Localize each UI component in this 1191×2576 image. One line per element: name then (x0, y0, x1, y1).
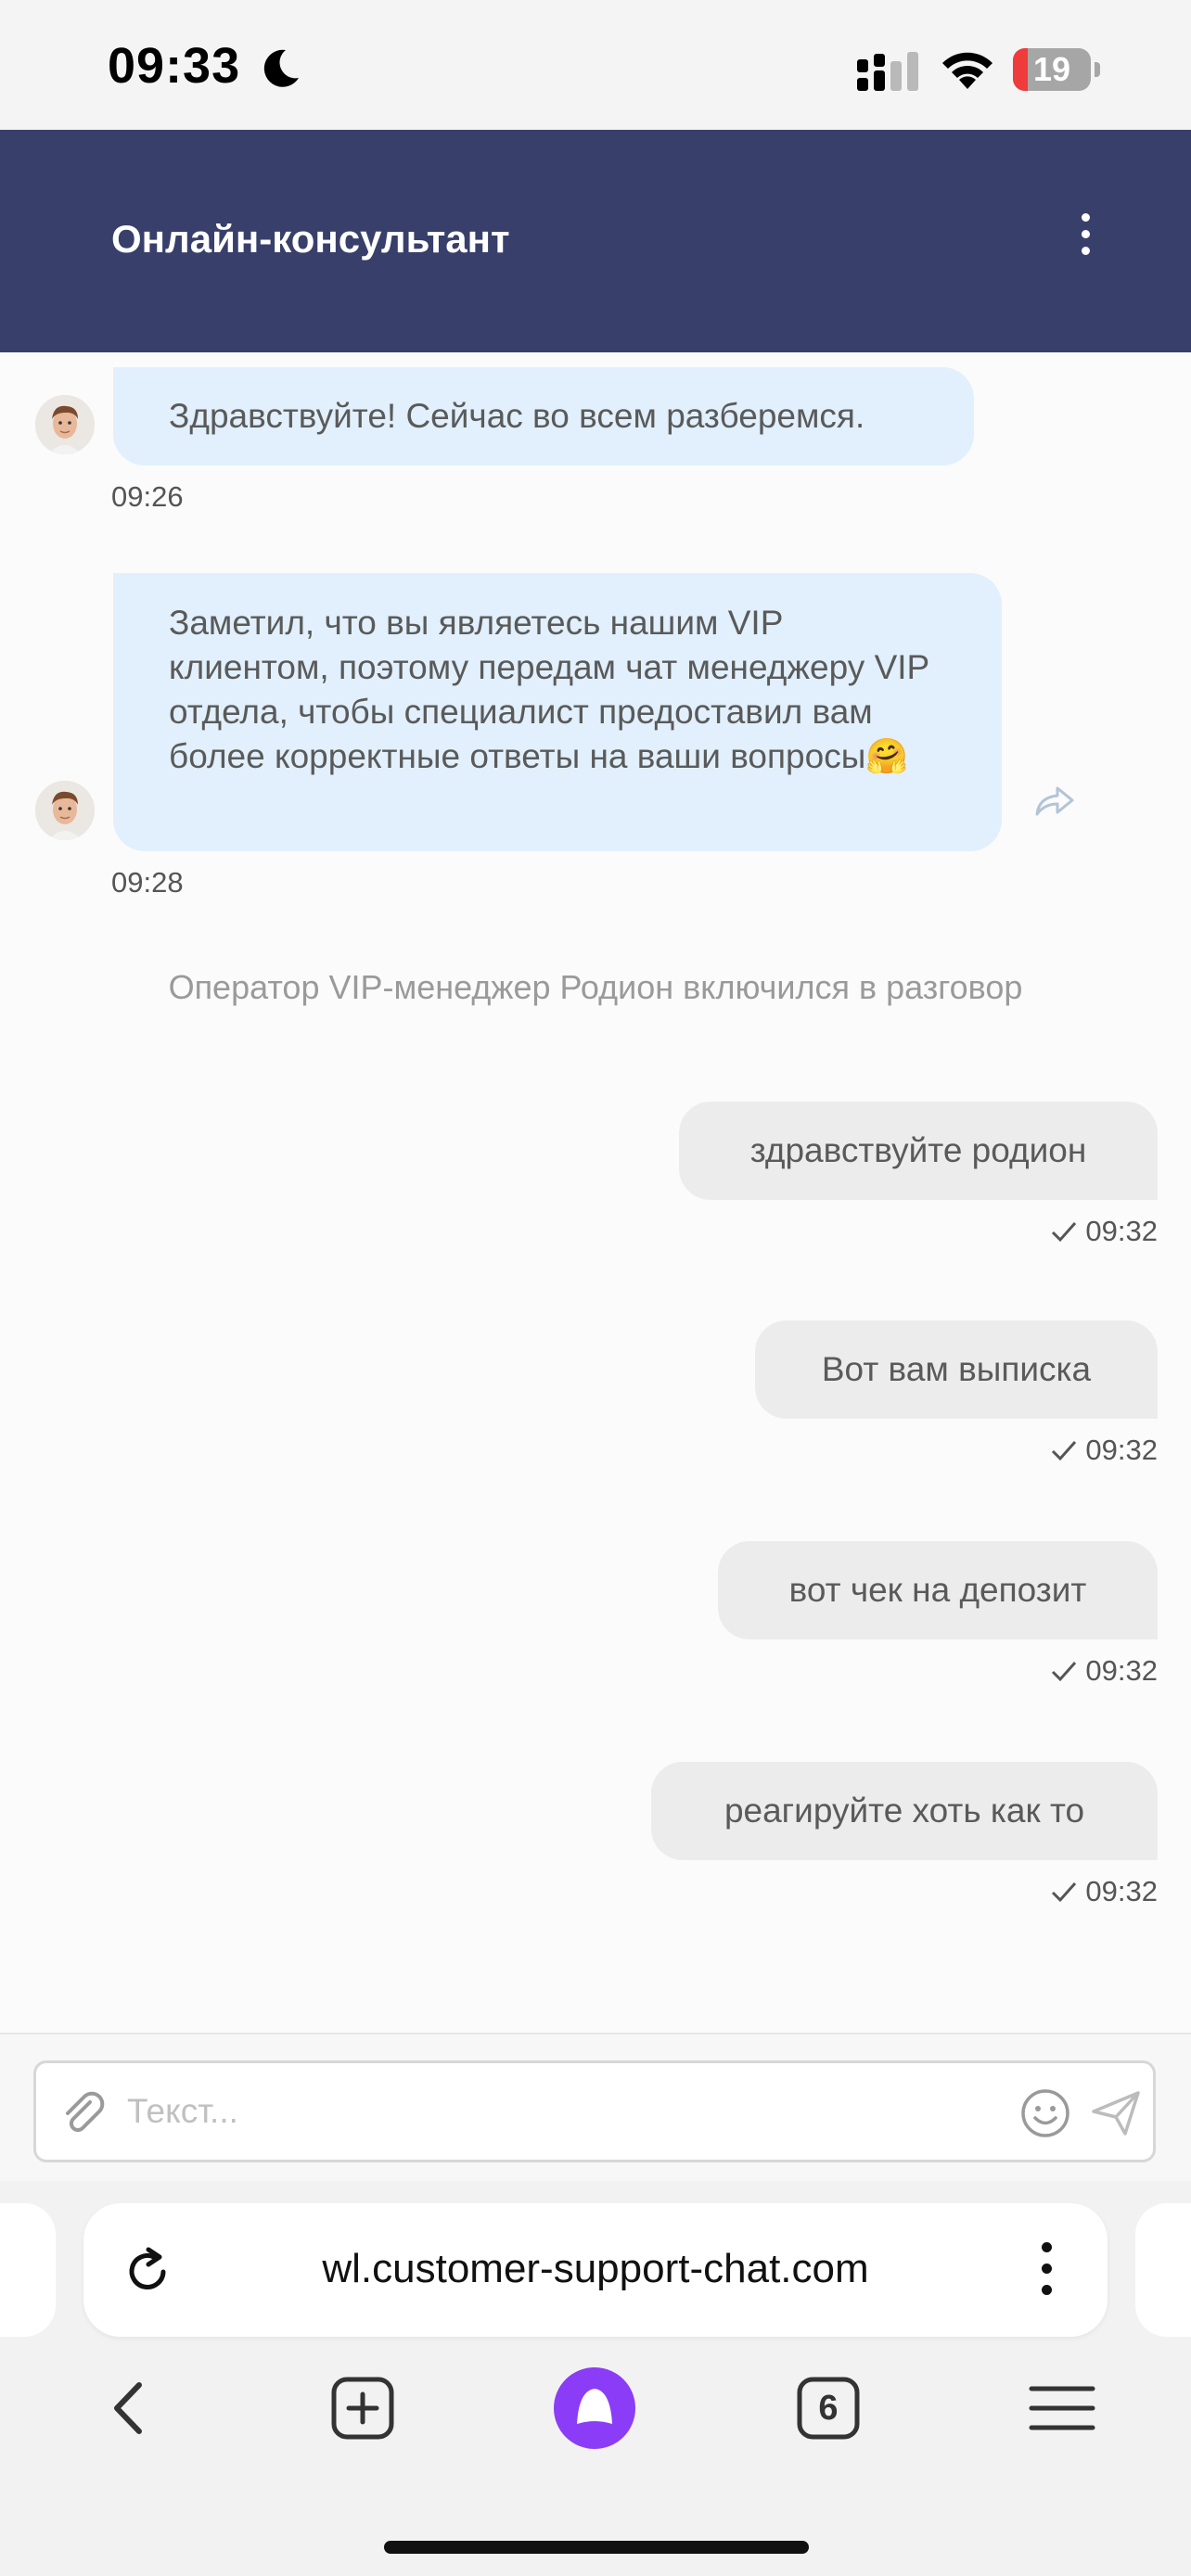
message-status: 09:32 (1050, 1434, 1158, 1467)
message-time: 09:32 (1085, 1875, 1158, 1907)
browser-toolbar: wl.customer-support-chat.com 6 (0, 2181, 1191, 2576)
message-text: Вот вам выписка (821, 1350, 1092, 1388)
message-time: 09:32 (1085, 1434, 1158, 1466)
sent-check-icon (1052, 1882, 1077, 1903)
send-icon[interactable] (1090, 2087, 1142, 2139)
incoming-message: Заметил, что вы являетесь нашим VIP клие… (113, 573, 1002, 851)
message-text: здравствуйте родион (749, 1131, 1087, 1169)
outgoing-message: здравствуйте родион (679, 1102, 1158, 1200)
more-menu-icon[interactable] (1067, 213, 1104, 269)
hamburger-menu-icon[interactable] (1020, 2366, 1104, 2450)
tabs-count: 6 (818, 2389, 839, 2428)
chat-messages[interactable]: Здравствуйте! Сейчас во всем разберемся.… (0, 352, 1191, 2033)
page-title: Онлайн-консультант (111, 217, 510, 261)
new-tab-icon[interactable] (321, 2366, 404, 2450)
message-text: реагируйте хоть как то (724, 1792, 1085, 1830)
status-bar: 09:33 19 (0, 0, 1191, 130)
status-time: 09:33 (108, 38, 241, 94)
message-status: 09:32 (1050, 1875, 1158, 1908)
tabs-button[interactable]: 6 (787, 2366, 870, 2450)
url-text: wl.customer-support-chat.com (322, 2246, 869, 2291)
page-menu-icon[interactable] (1028, 2242, 1065, 2303)
battery-level: 19 (1032, 50, 1071, 88)
message-input-box[interactable] (33, 2060, 1156, 2162)
message-composer (0, 2033, 1191, 2183)
message-time: 09:32 (1085, 1215, 1158, 1247)
message-time: 09:32 (1085, 1654, 1158, 1687)
message-text: Здравствуйте! Сейчас во всем разберемся. (169, 397, 865, 435)
chat-header: Онлайн-консультант (0, 130, 1191, 352)
message-time: 09:26 (111, 480, 184, 513)
system-notice: Оператор VIP-менеджер Родион включился в… (168, 968, 1023, 1006)
sent-check-icon (1052, 1662, 1077, 1682)
message-text: Заметил, что вы являетесь нашим VIP клие… (169, 604, 929, 775)
hugging-emoji: 🤗 (865, 737, 909, 775)
back-icon[interactable] (87, 2366, 171, 2450)
emoji-icon[interactable] (1019, 2087, 1071, 2139)
forward-icon[interactable] (1031, 783, 1076, 820)
operator-avatar (35, 781, 95, 840)
message-status: 09:32 (1050, 1654, 1158, 1688)
message-text: вот чек на депозит (788, 1571, 1087, 1609)
attach-icon[interactable] (58, 2089, 107, 2137)
message-status: 09:32 (1050, 1215, 1158, 1248)
address-bar[interactable]: wl.customer-support-chat.com (83, 2203, 1108, 2337)
battery-icon: 19 (1013, 48, 1102, 93)
home-indicator[interactable] (384, 2541, 809, 2554)
message-input[interactable] (125, 2078, 964, 2145)
wifi-icon (942, 52, 992, 89)
outgoing-message: вот чек на депозит (718, 1541, 1158, 1639)
outgoing-message: Вот вам выписка (755, 1320, 1158, 1419)
moon-icon (263, 49, 299, 87)
sent-check-icon (1052, 1441, 1077, 1461)
operator-avatar (35, 395, 95, 454)
cellular-signal-icon (857, 52, 918, 91)
incoming-message: Здравствуйте! Сейчас во всем разберемся. (113, 367, 974, 465)
alice-assistant-icon[interactable] (553, 2366, 636, 2450)
outgoing-message: реагируйте хоть как то (651, 1762, 1158, 1860)
sent-check-icon (1052, 1222, 1077, 1243)
message-time: 09:28 (111, 866, 184, 899)
previous-tab-preview[interactable] (0, 2203, 56, 2337)
next-tab-preview[interactable] (1135, 2203, 1191, 2337)
